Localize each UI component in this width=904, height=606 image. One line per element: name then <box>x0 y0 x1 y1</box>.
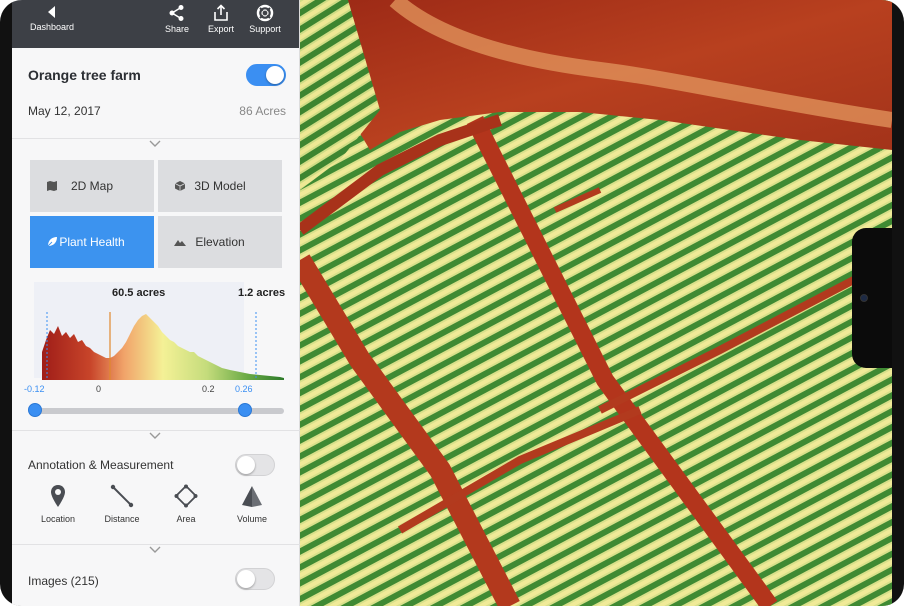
distance-tool-label: Distance <box>104 514 140 524</box>
distance-tool-button[interactable]: Distance <box>96 484 148 524</box>
divider <box>12 430 300 431</box>
share-button[interactable]: Share <box>162 4 192 35</box>
share-label: Share <box>164 24 190 34</box>
view-elevation-button[interactable]: Elevation <box>158 216 282 268</box>
screen: Dashboard Share Export Support Orange tr… <box>12 0 892 606</box>
lifebuoy-icon <box>256 4 274 22</box>
plant-health-map[interactable] <box>300 0 892 606</box>
project-meta: May 12, 2017 86 Acres <box>28 104 286 124</box>
location-pin-icon <box>51 485 65 507</box>
support-button[interactable]: Support <box>246 4 284 35</box>
volume-pyramid-icon <box>242 486 262 507</box>
location-tool-button[interactable]: Location <box>32 484 84 524</box>
toggle-knob <box>266 66 284 84</box>
histogram-right-area: 1.2 acres <box>238 287 286 299</box>
capture-date: May 12, 2017 <box>28 104 101 118</box>
tick-02-label: 0.2 <box>202 384 215 394</box>
health-histogram: 60.5 acres 1.2 acres -0.12 0 0.2 0.26 <box>12 282 300 422</box>
project-area: 86 Acres <box>239 104 286 118</box>
tablet-device: Dashboard Share Export Support Orange tr… <box>0 0 904 606</box>
map-canvas[interactable] <box>300 0 892 606</box>
toggle-knob <box>237 570 255 588</box>
histogram-bars <box>42 312 284 380</box>
sidebar: Dashboard Share Export Support Orange tr… <box>12 0 300 606</box>
area-tool-button[interactable]: Area <box>160 484 212 524</box>
annotation-toggle[interactable] <box>235 454 275 476</box>
dashboard-back-button[interactable]: Dashboard <box>28 4 76 33</box>
distance-ruler-icon <box>110 484 134 508</box>
view-2d-map-label: 2D Map <box>70 179 114 193</box>
dashboard-label: Dashboard <box>29 22 75 32</box>
view-elevation-label: Elevation <box>195 235 245 249</box>
histogram-left-area: 60.5 acres <box>112 287 166 299</box>
view-2d-map-button[interactable]: 2D Map <box>30 160 154 212</box>
export-button[interactable]: Export <box>204 4 238 35</box>
toggle-knob <box>237 456 255 474</box>
device-camera-notch <box>852 228 892 368</box>
project-visibility-toggle[interactable] <box>246 64 286 86</box>
project-header: Orange tree farm <box>28 60 286 90</box>
view-plant-health-label: Plant Health <box>59 235 125 249</box>
camera-icon <box>860 294 868 302</box>
area-polygon-icon <box>174 484 198 508</box>
chevron-down-icon[interactable] <box>148 432 162 440</box>
divider <box>12 138 300 139</box>
tick-zero-label: 0 <box>96 384 102 394</box>
export-label: Export <box>207 24 234 34</box>
support-label: Support <box>249 24 281 34</box>
images-toggle[interactable] <box>235 568 275 590</box>
images-section-title: Images (215) <box>28 574 99 588</box>
top-toolbar: Dashboard Share Export Support <box>12 0 299 48</box>
back-arrow-icon <box>48 6 55 18</box>
histogram-area <box>42 314 284 380</box>
tick-min-label: -0.12 <box>24 384 45 394</box>
share-icon <box>169 5 184 21</box>
tick-max-label: 0.26 <box>235 384 253 394</box>
location-tool-label: Location <box>40 514 76 524</box>
view-3d-model-button[interactable]: 3D Model <box>158 160 282 212</box>
range-slider-max-handle[interactable] <box>238 403 252 417</box>
chevron-down-icon[interactable] <box>148 140 162 148</box>
export-icon <box>214 4 228 21</box>
chevron-down-icon[interactable] <box>148 546 162 554</box>
volume-tool-label: Volume <box>236 514 268 524</box>
view-3d-model-label: 3D Model <box>194 179 246 193</box>
area-tool-label: Area <box>176 514 196 524</box>
annotation-section-title: Annotation & Measurement <box>28 458 174 472</box>
divider <box>12 544 300 545</box>
view-plant-health-button[interactable]: Plant Health <box>30 216 154 268</box>
volume-tool-button[interactable]: Volume <box>226 484 278 524</box>
range-slider-min-handle[interactable] <box>28 403 42 417</box>
